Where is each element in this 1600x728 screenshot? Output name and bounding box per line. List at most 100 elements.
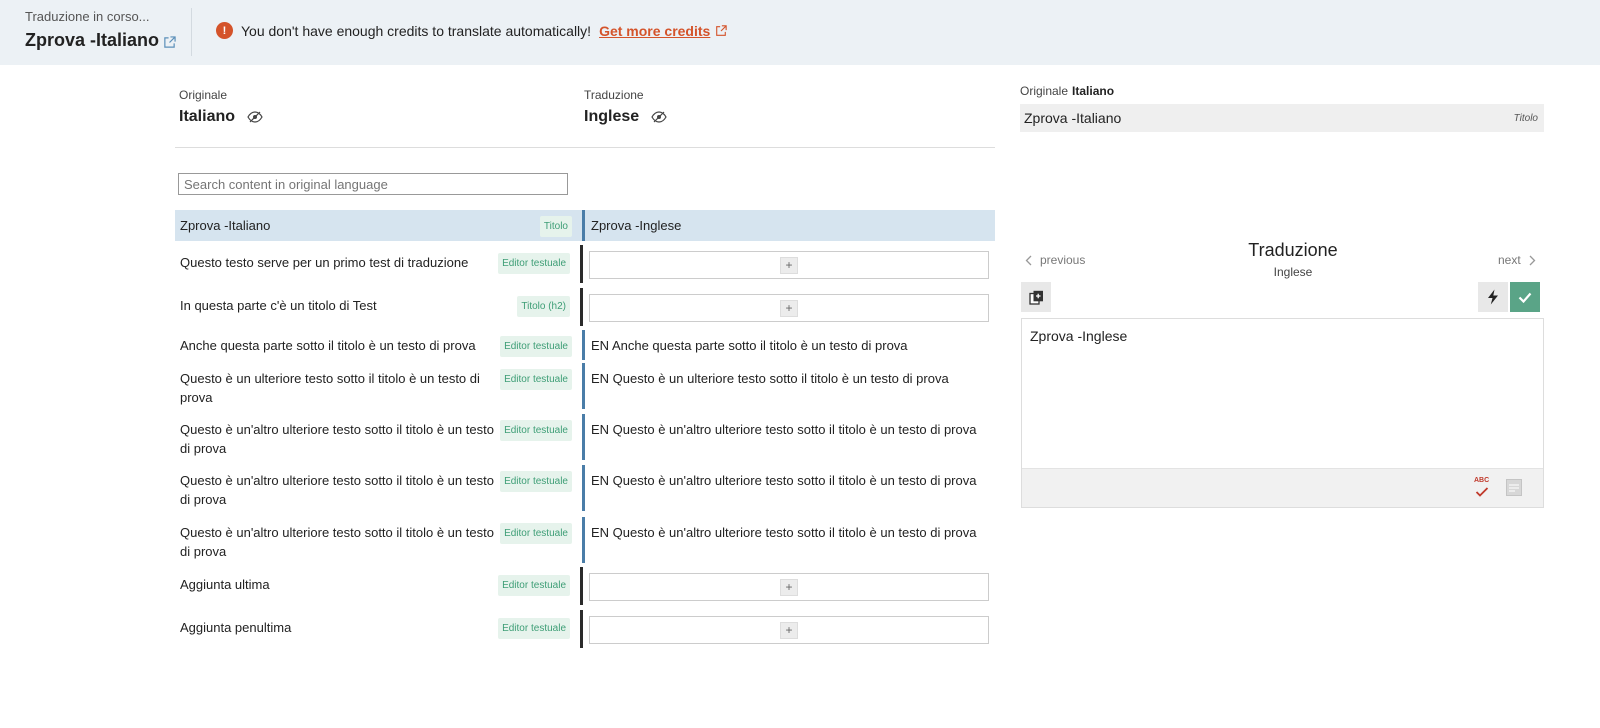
get-more-credits-link[interactable]: Get more credits — [599, 22, 728, 39]
translation-language-header: Traduzione Inglese — [584, 88, 667, 126]
plus-icon[interactable]: + — [780, 578, 798, 596]
source-text: Zprova -Italiano — [180, 218, 271, 233]
segment-row[interactable]: Questo testo serve per un primo test di … — [175, 245, 995, 283]
copy-icon — [1028, 290, 1043, 305]
spellcheck-label: ABC — [1474, 477, 1490, 484]
page-subtitle: Traduzione in corso... — [25, 9, 150, 24]
source-text: Questo è un'altro ulteriore testo sotto … — [180, 422, 494, 456]
segment-row[interactable]: Questo è un'altro ulteriore testo sotto … — [175, 465, 995, 511]
segment-row[interactable]: Aggiunta ultima Editor testuale + — [175, 567, 995, 605]
eye-slash-icon[interactable] — [247, 111, 263, 123]
top-bar: Traduzione in corso... Zprova -Italiano … — [0, 0, 1600, 65]
segment-target: + — [583, 245, 995, 283]
eye-slash-icon[interactable] — [651, 111, 667, 123]
segment-target[interactable]: EN Questo è un'altro ulteriore testo sot… — [585, 465, 995, 511]
copy-original-button[interactable] — [1021, 282, 1051, 312]
alert-icon: ! — [216, 22, 233, 39]
segment-row[interactable]: Questo è un'altro ulteriore testo sotto … — [175, 517, 995, 563]
segment-tag: Titolo (h2) — [517, 296, 571, 317]
plus-icon[interactable]: + — [780, 256, 798, 274]
segment-tag: Editor testuale — [500, 420, 572, 441]
segment-source: Questo è un'altro ulteriore testo sotto … — [175, 517, 582, 563]
segment-target[interactable]: Zprova -Inglese — [585, 210, 995, 241]
auto-translate-button[interactable] — [1478, 282, 1508, 312]
segment-row[interactable]: Zprova -Italiano Titolo Zprova -Inglese — [175, 210, 995, 241]
segment-target: + — [583, 610, 995, 648]
segment-tag: Editor testuale — [500, 471, 572, 492]
segment-source: Questo testo serve per un primo test di … — [175, 245, 580, 283]
segment-target[interactable]: EN Anche questa parte sotto il titolo è … — [585, 330, 995, 360]
source-text: In questa parte c'è un titolo di Test — [180, 298, 377, 313]
translation-caption: Traduzione — [584, 88, 644, 102]
spellcheck-icon[interactable]: ABC — [1474, 477, 1489, 502]
add-translation-box[interactable]: + — [589, 573, 989, 601]
page-title: Zprova -Italiano — [25, 30, 160, 50]
source-text: Questo è un'altro ulteriore testo sotto … — [180, 473, 494, 507]
segment-source: Questo è un'altro ulteriore testo sotto … — [175, 465, 582, 511]
title-block: Traduzione in corso... Zprova -Italiano — [25, 9, 176, 51]
segment-target[interactable]: EN Questo è un ulteriore testo sotto il … — [585, 363, 995, 409]
external-link-icon — [716, 24, 728, 36]
glossary-icon[interactable] — [1506, 479, 1522, 496]
source-text: Aggiunta penultima — [180, 620, 292, 635]
panel-original-label: Originale — [1020, 84, 1069, 98]
confirm-button[interactable] — [1510, 282, 1540, 312]
source-text: Questo è un'altro ulteriore testo sotto … — [180, 525, 494, 559]
segment-target[interactable]: EN Questo è un'altro ulteriore testo sot… — [585, 517, 995, 563]
panel-original-box: Zprova -Italiano Titolo — [1020, 104, 1544, 132]
panel-original-language: Italiano — [1072, 84, 1115, 98]
add-translation-box[interactable]: + — [589, 616, 989, 644]
header-divider — [191, 8, 192, 56]
segment-row[interactable]: Questo è un'altro ulteriore testo sotto … — [175, 414, 995, 460]
segment-source: Anche questa parte sotto il titolo è un … — [175, 330, 582, 360]
original-language-header: Originale Italiano — [179, 88, 263, 126]
add-translation-box[interactable]: + — [589, 294, 989, 322]
next-label: next — [1498, 253, 1521, 267]
segment-row[interactable]: Aggiunta penultima Editor testuale + — [175, 610, 995, 648]
add-translation-box[interactable]: + — [589, 251, 989, 279]
segment-source: Aggiunta penultima Editor testuale — [175, 610, 580, 648]
header-separator — [175, 147, 995, 148]
alert-text: You don't have enough credits to transla… — [241, 22, 592, 39]
next-button[interactable]: next — [1498, 253, 1536, 267]
segment-tag: Editor testuale — [500, 523, 572, 544]
original-language-row: Italiano — [179, 108, 263, 126]
segment-source: In questa parte c'è un titolo di Test Ti… — [175, 288, 580, 326]
segment-row[interactable]: Anche questa parte sotto il titolo è un … — [175, 330, 995, 360]
segment-tag: Editor testuale — [498, 253, 571, 274]
lightning-icon — [1488, 289, 1498, 305]
segment-source: Questo è un'altro ulteriore testo sotto … — [175, 414, 582, 460]
source-text: Anche questa parte sotto il titolo è un … — [180, 338, 476, 353]
editor-toolbar: ABC — [1022, 468, 1543, 507]
get-more-credits-label: Get more credits — [599, 22, 711, 39]
chevron-left-icon — [1025, 255, 1032, 265]
editor-text[interactable]: Zprova -Inglese — [1022, 319, 1543, 353]
plus-icon[interactable]: + — [780, 621, 798, 639]
segment-source: Questo è un ulteriore testo sotto il tit… — [175, 363, 582, 409]
original-language: Italiano — [179, 108, 236, 125]
chevron-right-icon — [1529, 255, 1536, 265]
translation-language: Inglese — [584, 108, 640, 125]
segment-tag: Editor testuale — [498, 618, 571, 639]
source-text: Questo è un ulteriore testo sotto il tit… — [180, 371, 480, 405]
search-input[interactable] — [178, 173, 568, 195]
source-text: Aggiunta ultima — [180, 577, 270, 592]
translation-editor[interactable]: Zprova -Inglese ABC — [1021, 318, 1544, 508]
panel-original-tag: Titolo — [1513, 112, 1538, 124]
segment-target[interactable]: EN Questo è un'altro ulteriore testo sot… — [585, 414, 995, 460]
source-text: Questo testo serve per un primo test di … — [180, 255, 469, 270]
segment-tag: Editor testuale — [500, 336, 572, 357]
check-icon — [1518, 292, 1532, 303]
segment-tag: Titolo — [539, 216, 572, 237]
translation-language-row: Inglese — [584, 108, 667, 126]
segment-target: + — [583, 567, 995, 605]
external-link-icon[interactable] — [163, 36, 176, 49]
segment-row[interactable]: Questo è un ulteriore testo sotto il tit… — [175, 363, 995, 409]
segment-source: Zprova -Italiano Titolo — [175, 210, 582, 241]
panel-original-caption: Originale Italiano — [1020, 84, 1114, 98]
previous-button[interactable]: previous — [1025, 253, 1085, 267]
segment-row[interactable]: In questa parte c'è un titolo di Test Ti… — [175, 288, 995, 326]
translation-title: Traduzione — [1248, 240, 1338, 260]
plus-icon[interactable]: + — [780, 299, 798, 317]
segment-source: Aggiunta ultima Editor testuale — [175, 567, 580, 605]
